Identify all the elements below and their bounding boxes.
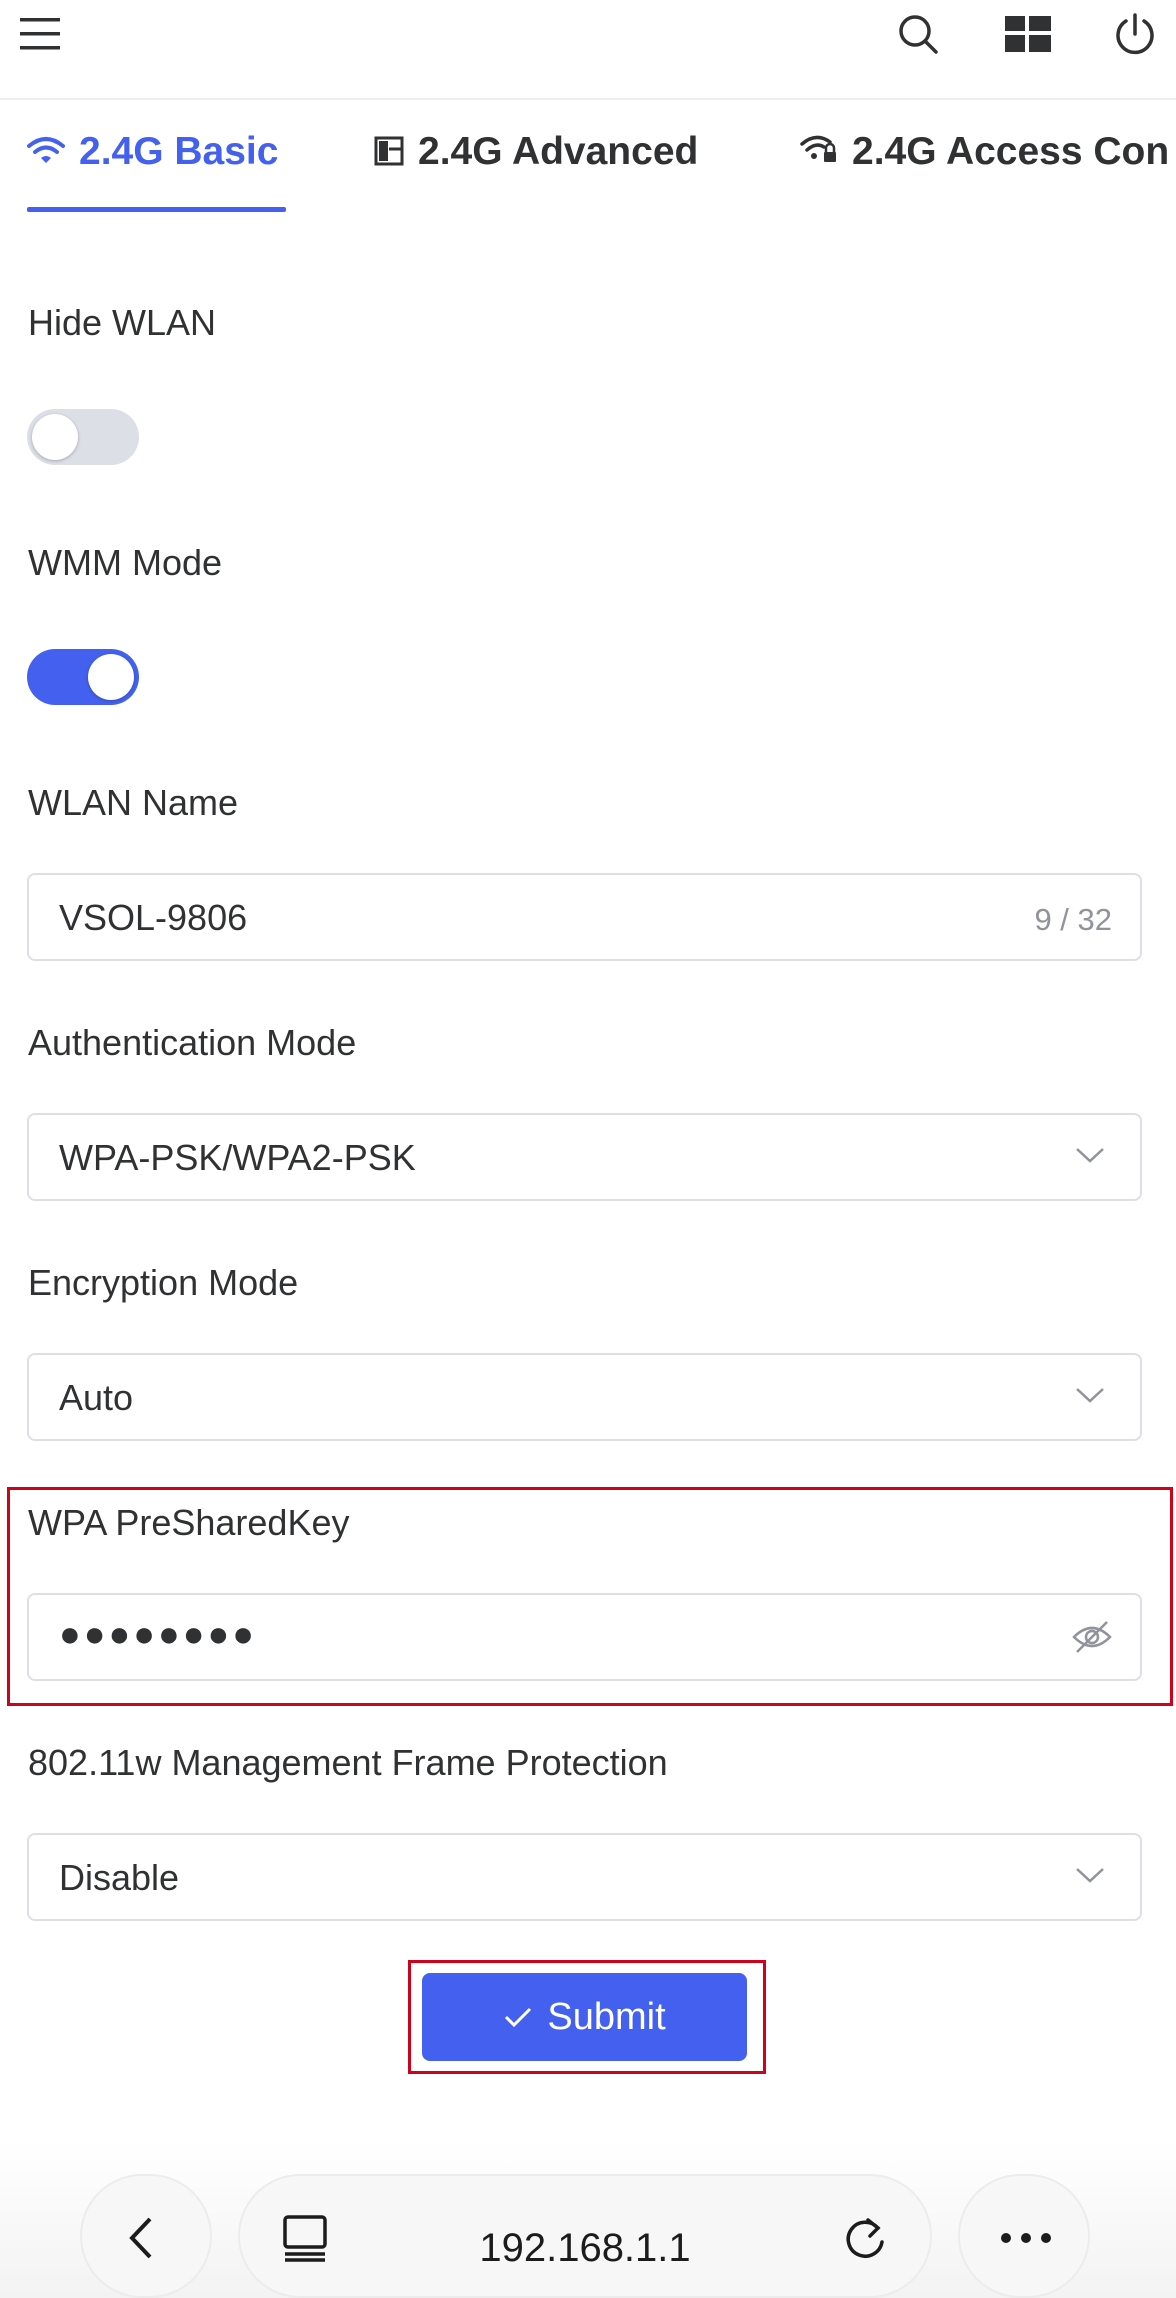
hamburger-icon[interactable] [12,6,68,62]
psk-password-input[interactable]: ●●●●●●●● [27,1593,1142,1681]
active-tab-indicator [27,207,286,212]
tab-label: 2.4G Basic [79,130,279,173]
chevron-down-icon [1074,1385,1106,1410]
tab-label: 2.4G Access Con [852,130,1170,173]
encryption-mode-value: Auto [59,1377,134,1418]
search-icon[interactable] [890,6,946,62]
top-bar [0,0,1176,100]
reload-icon[interactable] [842,2214,888,2267]
authentication-mode-label: Authentication Mode [28,1022,357,1063]
browser-more-button[interactable] [958,2174,1090,2298]
toggle-knob [88,654,134,700]
submit-label: Submit [547,1995,666,2038]
wifi-lock-icon [800,132,838,176]
tab-2-4g-access-control[interactable]: 2.4G Access Con [800,130,1169,200]
encryption-mode-label: Encryption Mode [28,1262,299,1303]
wifi-icon [27,132,65,176]
hide-wlan-label: Hide WLAN [28,302,217,343]
wmm-mode-toggle[interactable] [27,649,139,705]
wlan-name-label: WLAN Name [28,782,239,823]
chevron-down-icon [1074,1865,1106,1890]
toggle-knob [32,414,78,460]
authentication-mode-value: WPA-PSK/WPA2-PSK [59,1137,416,1178]
wmm-mode-label: WMM Mode [28,542,223,583]
browser-back-button[interactable] [80,2174,212,2298]
tab-2-4g-advanced[interactable]: 2.4G Advanced [374,130,698,200]
wlan-name-value: VSOL-9806 [59,897,248,938]
mfp-select[interactable]: Disable [27,1833,1142,1921]
psk-masked-value: ●●●●●●●● [59,1613,257,1654]
mfp-value: Disable [59,1857,180,1898]
tab-bar: 2.4G Basic 2.4G Advanced 2.4G Access Con [0,100,1176,215]
browser-toolbar: 192.168.1.1 [0,2140,1176,2298]
hide-wlan-toggle[interactable] [27,409,139,465]
character-counter: 9 / 32 [1034,902,1112,937]
authentication-mode-select[interactable]: WPA-PSK/WPA2-PSK [27,1113,1142,1201]
psk-label: WPA PreSharedKey [28,1502,350,1543]
submit-button[interactable]: Submit [422,1973,747,2061]
check-icon [503,1996,533,2039]
wlan-name-input[interactable]: VSOL-9806 9 / 32 [27,873,1142,961]
power-icon[interactable] [1107,6,1163,62]
dashboard-grid-icon[interactable] [1000,6,1056,62]
chevron-left-icon [128,2216,154,2265]
more-dots-icon [1000,2231,1052,2249]
panel-icon [374,132,404,176]
encryption-mode-select[interactable]: Auto [27,1353,1142,1441]
tab-2-4g-basic[interactable]: 2.4G Basic [27,130,278,200]
eye-slash-icon[interactable] [1072,1619,1112,1660]
browser-address-bar[interactable]: 192.168.1.1 [238,2174,932,2298]
tab-label: 2.4G Advanced [418,130,699,173]
mfp-label: 802.11w Management Frame Protection [28,1742,668,1783]
chevron-down-icon [1074,1145,1106,1170]
browser-url: 192.168.1.1 [479,2226,691,2270]
